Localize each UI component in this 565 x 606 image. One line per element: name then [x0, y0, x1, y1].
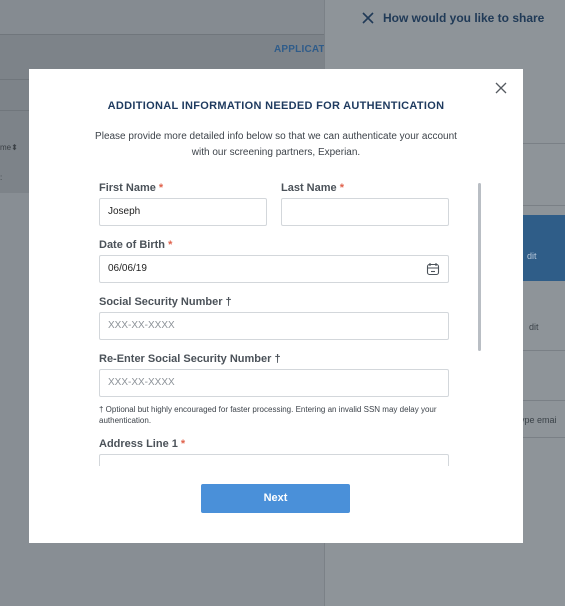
first-name-label-text: First Name: [99, 182, 156, 194]
last-name-label: Last Name *: [281, 182, 344, 194]
dob-label-text: Date of Birth: [99, 239, 165, 251]
next-button[interactable]: Next: [201, 484, 350, 513]
ssn-note: † Optional but highly encouraged for fas…: [99, 405, 437, 425]
required-mark: *: [168, 239, 173, 251]
ssn-confirm-input[interactable]: XXX-XX-XXXX: [99, 369, 449, 397]
bg-column-fragment: me⬍: [0, 143, 18, 152]
dob-value: 06/06/19: [108, 263, 147, 274]
dob-label: Date of Birth *: [99, 239, 172, 251]
first-name-label: First Name *: [99, 182, 163, 194]
ssn-confirm-label: Re-Enter Social Security Number †: [99, 353, 281, 365]
address1-label-text: Address Line 1: [99, 438, 178, 450]
close-icon[interactable]: [361, 11, 375, 25]
bg-email-input: ype emai: [520, 415, 557, 425]
address1-input[interactable]: [99, 454, 449, 466]
modal-intro-text: Please provide more detailed info below …: [95, 131, 457, 158]
required-mark: *: [158, 182, 164, 194]
authentication-modal: ADDITIONAL INFORMATION NEEDED FOR AUTHEN…: [29, 69, 523, 543]
bg-tab-applications: APPLICAT: [274, 44, 325, 55]
bg-row-fragment: :: [0, 173, 3, 182]
bg-edit-label: dit: [527, 251, 537, 261]
form-scrollbar[interactable]: [478, 183, 481, 351]
dob-input[interactable]: 06/06/19: [99, 255, 449, 283]
ssn-label: Social Security Number †: [99, 296, 232, 308]
last-name-input[interactable]: [281, 198, 449, 226]
ssn-input[interactable]: XXX-XX-XXXX: [99, 312, 449, 340]
close-icon[interactable]: [494, 81, 508, 95]
share-panel-title: How would you like to share: [383, 11, 545, 25]
first-name-input[interactable]: Joseph: [99, 198, 267, 226]
modal-title: ADDITIONAL INFORMATION NEEDED FOR AUTHEN…: [107, 100, 445, 112]
required-mark: *: [339, 182, 344, 194]
bg-header-strip: [0, 0, 324, 34]
bg-divider: [0, 34, 324, 35]
bg-edit-tile: dit: [523, 215, 565, 281]
last-name-label-text: Last Name: [281, 182, 337, 194]
required-mark: *: [180, 438, 186, 450]
form-scroll-area[interactable]: First Name * Joseph Last Name * Date of …: [29, 179, 523, 466]
address1-label: Address Line 1 *: [99, 438, 185, 450]
bg-edit-label: dit: [529, 322, 539, 332]
calendar-icon[interactable]: [426, 262, 440, 276]
